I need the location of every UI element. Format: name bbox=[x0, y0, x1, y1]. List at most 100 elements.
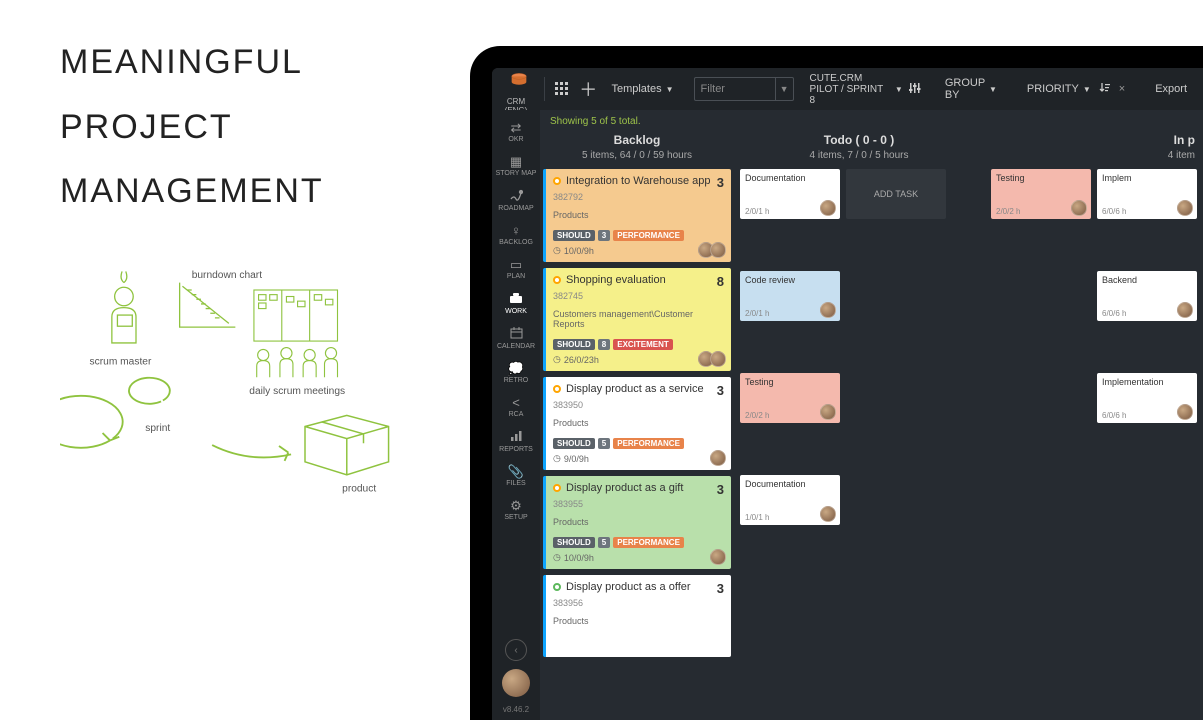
chip: 8 bbox=[598, 339, 610, 350]
status-dot-icon bbox=[553, 484, 561, 492]
backlog-card[interactable]: Display product as a gift 3 383955 Produ… bbox=[543, 476, 731, 569]
add-icon[interactable]: ＋ bbox=[579, 75, 597, 103]
scrum-illustration: scrum master burndown chart bbox=[60, 264, 450, 700]
chip: PERFORMANCE bbox=[613, 438, 684, 449]
backlog-icon: ♀ bbox=[511, 224, 521, 237]
task-card[interactable]: Code review 2/0/1 h bbox=[740, 271, 840, 321]
backlog-card[interactable]: Display product as a offer 3 383956 Prod… bbox=[543, 575, 731, 657]
nav-setup[interactable]: ⚙SETUP bbox=[492, 494, 540, 526]
roadmap-icon bbox=[509, 189, 523, 203]
assignee-avatar[interactable] bbox=[820, 506, 836, 522]
assignee-avatar[interactable] bbox=[820, 302, 836, 318]
grid-view-icon[interactable] bbox=[553, 75, 571, 103]
assignee-avatar[interactable] bbox=[1177, 302, 1193, 318]
export-button[interactable]: Export bbox=[1149, 79, 1193, 99]
backlog-card[interactable]: Display product as a service 3 383950 Pr… bbox=[543, 377, 731, 470]
app-screen: CRM (ENG) ＋ Templates▼ ▼ bbox=[492, 68, 1203, 720]
annot-burndown: burndown chart bbox=[192, 270, 262, 281]
task-card[interactable]: Documentation 1/0/1 h bbox=[740, 475, 840, 525]
headline-line-2: PROJECT bbox=[60, 95, 450, 160]
topbar: CRM (ENG) ＋ Templates▼ ▼ bbox=[492, 68, 1203, 110]
breadcrumb-settings-icon[interactable] bbox=[909, 82, 921, 97]
assignee-avatar[interactable] bbox=[710, 549, 726, 565]
groupby-dropdown[interactable]: GROUP BY▼ bbox=[939, 73, 1003, 105]
assignee-avatar[interactable] bbox=[1071, 200, 1087, 216]
user-avatar[interactable] bbox=[502, 669, 530, 697]
task-card[interactable]: Implementation 6/0/6 h bbox=[1097, 373, 1197, 423]
nav-roadmap[interactable]: ROADMAP bbox=[492, 184, 540, 217]
collapse-sidebar-icon[interactable]: ‹ bbox=[505, 639, 527, 661]
priority-dropdown[interactable]: PRIORITY▼ × bbox=[1021, 78, 1131, 101]
backlog-card[interactable]: Integration to Warehouse app 3 382792 Pr… bbox=[543, 169, 731, 262]
task-hours: 1/0/1 h bbox=[745, 513, 769, 522]
assignee-avatar[interactable] bbox=[820, 404, 836, 420]
close-icon[interactable]: × bbox=[1119, 83, 1125, 95]
nav-work[interactable]: WORK bbox=[492, 287, 540, 320]
nav-rca[interactable]: <RCA bbox=[492, 391, 540, 423]
task-title: Testing bbox=[996, 173, 1086, 183]
card-title: Display product as a gift bbox=[566, 482, 712, 494]
filter-dropdown-icon[interactable]: ▼ bbox=[775, 78, 793, 100]
task-hours: 2/0/1 h bbox=[745, 207, 769, 216]
task-title: Documentation bbox=[745, 479, 835, 489]
nav-backlog[interactable]: ♀BACKLOG bbox=[492, 219, 540, 251]
annot-daily: daily scrum meetings bbox=[249, 386, 345, 397]
backlog-card[interactable]: Shopping evaluation 8 382745 Customers m… bbox=[543, 268, 731, 371]
card-id: 382745 bbox=[553, 291, 724, 301]
assignee-avatar[interactable] bbox=[1177, 200, 1193, 216]
chip: SHOULD bbox=[553, 537, 595, 548]
task-card[interactable]: Documentation 2/0/1 h bbox=[740, 169, 840, 219]
task-title: Documentation bbox=[745, 173, 835, 183]
nav-okr[interactable]: ⇄OKR bbox=[492, 116, 540, 148]
work-icon bbox=[509, 292, 523, 306]
card-category: Customers management\Customer Reports bbox=[553, 309, 724, 329]
add-task-button[interactable]: ADD TASK bbox=[846, 169, 946, 219]
task-card[interactable]: Testing 2/0/2 h bbox=[991, 169, 1091, 219]
annot-sprint: sprint bbox=[145, 423, 170, 434]
breadcrumb[interactable]: CUTE.CRM PILOT / SPRINT 8 ▼ bbox=[810, 73, 921, 106]
status-dot-icon bbox=[553, 583, 561, 591]
chip: EXCITEMENT bbox=[613, 339, 673, 350]
card-id: 383955 bbox=[553, 499, 724, 509]
nav-plan[interactable]: ▭PLAN bbox=[492, 253, 540, 285]
nav-storymap[interactable]: ▦STORY MAP bbox=[492, 150, 540, 182]
storymap-icon: ▦ bbox=[510, 155, 522, 168]
filter-input[interactable] bbox=[695, 78, 775, 100]
card-category: Products bbox=[553, 210, 724, 220]
card-points: 3 bbox=[717, 482, 724, 497]
task-hours: 6/0/6 h bbox=[1102, 207, 1126, 216]
nav-files[interactable]: 📎FILES bbox=[492, 460, 540, 492]
headline-line-1: MEANINGFUL bbox=[60, 30, 450, 95]
nav-reports[interactable]: REPORTS bbox=[492, 425, 540, 458]
chip: SHOULD bbox=[553, 230, 595, 241]
templates-dropdown[interactable]: Templates▼ bbox=[605, 79, 679, 99]
nav-retro[interactable]: 💭RETRO bbox=[492, 357, 540, 389]
assignee-avatar[interactable] bbox=[710, 450, 726, 466]
card-points: 8 bbox=[717, 274, 724, 289]
sort-icon[interactable] bbox=[1099, 82, 1111, 97]
assignee-avatar[interactable] bbox=[710, 242, 726, 258]
assignee-avatar[interactable] bbox=[820, 200, 836, 216]
device-frame: CRM (ENG) ＋ Templates▼ ▼ bbox=[470, 46, 1203, 720]
clock-icon: ◷ bbox=[553, 552, 561, 563]
nav-calendar[interactable]: CALENDAR bbox=[492, 322, 540, 355]
clock-icon: ◷ bbox=[553, 245, 561, 256]
assignee-avatar[interactable] bbox=[710, 351, 726, 367]
task-card[interactable]: Backend 6/0/6 h bbox=[1097, 271, 1197, 321]
chip: SHOULD bbox=[553, 438, 595, 449]
assignee-avatar[interactable] bbox=[1177, 404, 1193, 420]
column-header-backlog: Backlog 5 items, 64 / 0 / 59 hours bbox=[540, 131, 734, 169]
calendar-icon bbox=[510, 327, 523, 341]
task-title: Backend bbox=[1102, 275, 1192, 285]
clock-icon: ◷ bbox=[553, 354, 561, 365]
task-card[interactable]: Testing 2/0/2 h bbox=[740, 373, 840, 423]
card-id: 382792 bbox=[553, 192, 724, 202]
task-hours: 2/0/2 h bbox=[996, 207, 1020, 216]
task-card[interactable]: Implem 6/0/6 h bbox=[1097, 169, 1197, 219]
filter-box[interactable]: ▼ bbox=[694, 77, 794, 101]
files-icon: 📎 bbox=[508, 465, 524, 478]
app-logo[interactable] bbox=[503, 68, 535, 96]
task-hours: 2/0/2 h bbox=[745, 411, 769, 420]
card-category: Products bbox=[553, 517, 724, 527]
task-title: Implem bbox=[1102, 173, 1192, 183]
